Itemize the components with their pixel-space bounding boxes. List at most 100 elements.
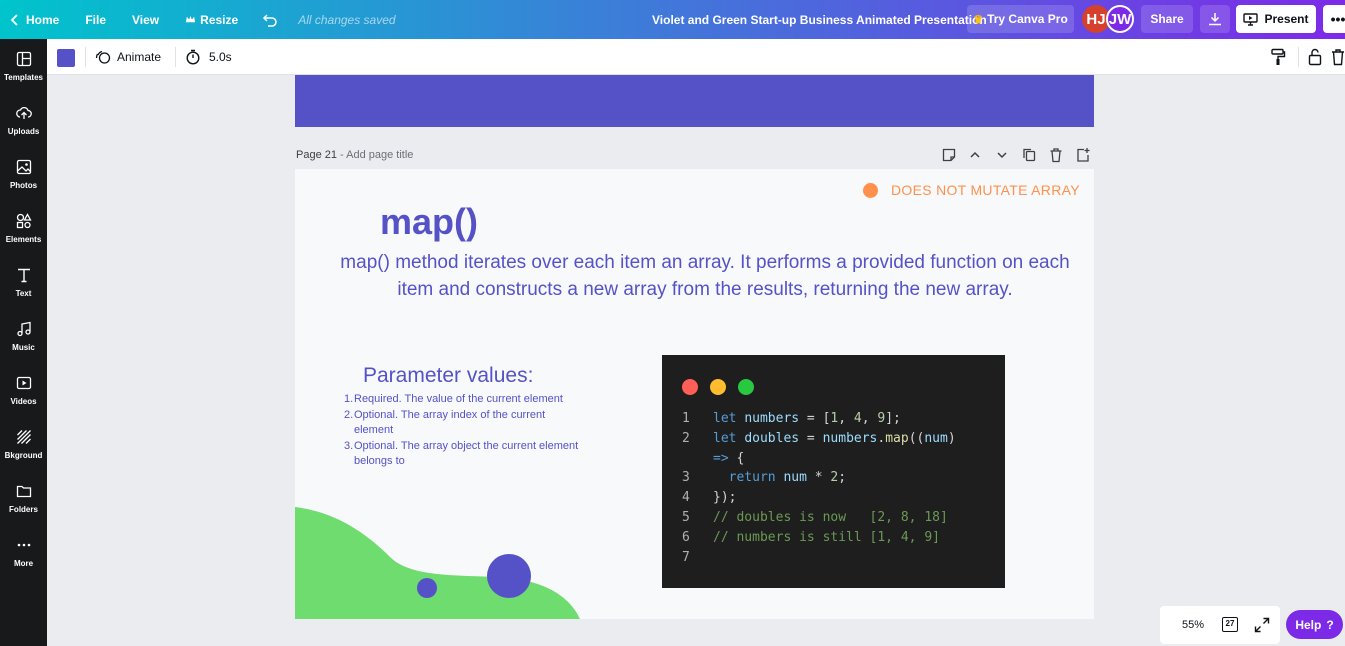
page-separator: -	[336, 149, 347, 161]
animate-label: Animate	[117, 50, 162, 64]
background-icon	[16, 429, 31, 444]
sidebar-item-label: More	[13, 558, 34, 568]
page-count-button[interactable]: 27	[1222, 617, 1238, 632]
sidebar-item-more[interactable]: More	[0, 525, 47, 579]
present-label: Present	[1264, 12, 1309, 26]
try-canva-pro-button[interactable]: ♛ Try Canva Pro	[967, 5, 1074, 33]
upload-icon	[15, 106, 32, 119]
slide-canvas[interactable]: DOES NOT MUTATE ARRAY map() map() method…	[295, 169, 1094, 619]
line-number: 5	[682, 509, 690, 525]
elements-icon	[16, 212, 32, 228]
more-options-button[interactable]: •••	[1323, 5, 1345, 33]
large-circle-shape[interactable]	[487, 554, 531, 598]
share-button[interactable]: Share	[1141, 5, 1193, 33]
sidebar-item-folders[interactable]: Folders	[0, 471, 47, 525]
top-bar: Home File View Resize All changes saved …	[0, 0, 1345, 39]
slide-title[interactable]: map()	[380, 201, 478, 243]
home-label: Home	[26, 12, 60, 27]
undo-button[interactable]	[254, 0, 286, 39]
help-label: Help	[1295, 617, 1322, 632]
present-button[interactable]: Present	[1236, 5, 1316, 33]
list-number: 3.	[344, 439, 354, 452]
zoom-level[interactable]: 55%	[1182, 619, 1204, 631]
sidebar-item-text[interactable]: Text	[0, 255, 47, 309]
paint-roller-icon[interactable]	[1270, 48, 1286, 66]
animate-button[interactable]: Animate	[95, 39, 161, 75]
line-number: 7	[682, 549, 690, 565]
window-close-dot	[682, 379, 698, 395]
green-blob-shape[interactable]	[295, 507, 585, 619]
sidebar-item-label: Photos	[9, 180, 38, 190]
sidebar-item-label: Text	[15, 288, 32, 298]
window-minimize-dot	[710, 379, 726, 395]
lock-icon[interactable]	[1308, 48, 1322, 66]
parameter-heading[interactable]: Parameter values:	[363, 364, 533, 388]
question-mark-icon: ?	[1326, 617, 1334, 632]
sidebar-item-label: Templates	[4, 72, 43, 82]
sidebar-item-label: Folders	[9, 504, 38, 514]
list-number: 2.	[344, 408, 354, 421]
window-maximize-dot	[738, 379, 754, 395]
page-header: Page 21 - Add page title	[296, 149, 413, 161]
ellipsis-icon: •••	[1330, 11, 1345, 27]
editor-toolbar: Animate 5.0s	[47, 39, 1345, 75]
view-menu[interactable]: View	[124, 0, 167, 39]
help-button[interactable]: Help ?	[1286, 610, 1343, 639]
resize-label: Resize	[200, 12, 239, 27]
download-icon	[1209, 13, 1221, 26]
left-sidebar: Templates Uploads Photos Elements Text M…	[0, 39, 47, 646]
sidebar-item-label: Elements	[5, 234, 42, 244]
list-number: 1.	[344, 393, 354, 405]
add-page-title-link[interactable]: Add page title	[346, 149, 413, 161]
previous-page-canvas[interactable]	[295, 75, 1094, 127]
sidebar-item-label: Uploads	[7, 126, 40, 136]
list-text: Optional. The array object the current e…	[354, 439, 579, 468]
mutation-badge: DOES NOT MUTATE ARRAY	[891, 182, 1080, 198]
sidebar-item-videos[interactable]: Videos	[0, 363, 47, 417]
try-pro-label: Try Canva Pro	[987, 12, 1068, 26]
slide-description[interactable]: map() method iterates over each item an …	[325, 249, 1085, 303]
page-number: Page 21	[296, 149, 337, 161]
file-menu[interactable]: File	[77, 0, 114, 39]
more-icon	[17, 543, 30, 546]
music-icon	[16, 321, 31, 336]
sidebar-item-templates[interactable]: Templates	[0, 39, 47, 93]
list-text: Required. The value of the current eleme…	[354, 393, 563, 405]
sidebar-item-label: Videos	[10, 396, 37, 406]
list-text: Optional. The array index of the current…	[354, 408, 546, 437]
line-number: 2	[682, 430, 690, 446]
undo-icon	[263, 13, 277, 27]
chevron-down-icon[interactable]	[995, 147, 1009, 163]
avatar[interactable]: JW	[1106, 5, 1134, 33]
sidebar-item-uploads[interactable]: Uploads	[0, 93, 47, 147]
code-snippet-image[interactable]: 1 let numbers = [1, 4, 9]; 2 let doubles =…	[662, 355, 1005, 588]
notes-icon[interactable]	[942, 147, 956, 163]
code-lines: 1 let numbers = [1, 4, 9]; 2 let doubles =…	[682, 409, 956, 567]
document-title[interactable]: Violet and Green Start-up Business Anima…	[652, 0, 987, 39]
fullscreen-icon[interactable]	[1254, 617, 1270, 633]
parameter-list[interactable]: 1. Required. The value of the current el…	[340, 392, 580, 470]
sidebar-item-elements[interactable]: Elements	[0, 201, 47, 255]
add-page-icon[interactable]	[1076, 147, 1090, 163]
crown-icon: ♛	[973, 13, 984, 26]
zoom-controls: 55% 27	[1160, 606, 1280, 644]
duration-button[interactable]: 5.0s	[185, 39, 232, 75]
home-button[interactable]: Home	[0, 0, 67, 39]
sidebar-item-background[interactable]: Bkground	[0, 417, 47, 471]
photos-icon	[16, 159, 31, 174]
trash-icon[interactable]	[1049, 147, 1063, 163]
save-status: All changes saved	[298, 12, 396, 27]
sidebar-item-photos[interactable]: Photos	[0, 147, 47, 201]
sidebar-item-music[interactable]: Music	[0, 309, 47, 363]
crown-icon	[186, 15, 196, 23]
chevron-left-icon	[10, 13, 18, 26]
small-circle-shape[interactable]	[417, 578, 437, 598]
trash-icon[interactable]	[1331, 48, 1345, 66]
download-button[interactable]	[1200, 5, 1230, 33]
duplicate-icon[interactable]	[1022, 147, 1036, 163]
list-item: 1. Required. The value of the current el…	[340, 392, 580, 408]
chevron-up-icon[interactable]	[968, 147, 982, 163]
timer-icon	[186, 49, 200, 65]
resize-button[interactable]: Resize	[177, 0, 246, 39]
color-picker[interactable]	[57, 49, 75, 67]
